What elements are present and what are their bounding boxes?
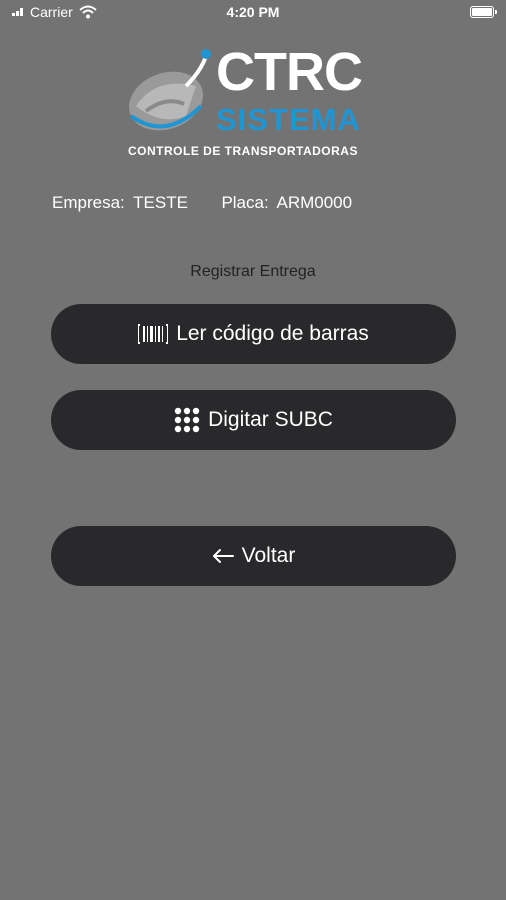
battery-icon [470,6,497,18]
placa-label: Placa: [221,193,269,212]
logo-subtitle: SISTEMA [216,102,361,137]
keypad-icon [174,407,200,433]
logo-title: CTRC [216,42,363,102]
barcode-icon [138,323,169,345]
app-logo: CTRC SISTEMA CONTROLE DE TRANSPORTADORAS [126,42,386,166]
section-title: Registrar Entrega [190,263,316,280]
back-button[interactable]: Voltar [51,526,456,586]
type-subc-label: Digitar SUBC [208,408,333,431]
scan-barcode-label: Ler código de barras [176,322,369,345]
logo-tagline: CONTROLE DE TRANSPORTADORAS [128,144,358,158]
scan-barcode-button[interactable]: Ler código de barras [51,304,456,364]
delivery-info: Empresa: TESTE Placa: ARM0000 [52,193,356,213]
status-bar: Carrier 4:20 PM [0,0,506,26]
empresa-value: TESTE [133,193,188,212]
back-label: Voltar [241,544,296,567]
type-subc-button[interactable]: Digitar SUBC [51,390,456,450]
status-time: 4:20 PM [226,4,280,20]
placa-value: ARM0000 [276,193,353,212]
arrow-left-icon [212,548,234,564]
empresa-label: Empresa: [52,193,125,212]
